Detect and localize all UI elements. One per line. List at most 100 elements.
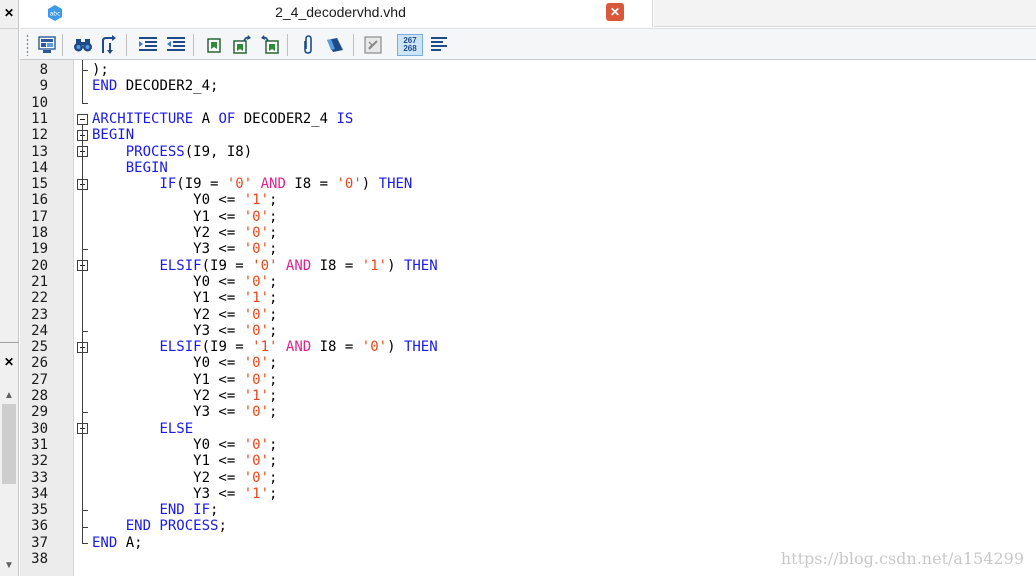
line-number: 27 xyxy=(31,371,48,388)
code-line[interactable]: END PROCESS; xyxy=(92,518,227,534)
find-button[interactable] xyxy=(72,34,94,56)
prev-bookmark-button[interactable] xyxy=(259,34,281,56)
erase-button[interactable] xyxy=(324,34,346,56)
code-token: Y2 <= xyxy=(92,469,244,486)
code-line[interactable]: PROCESS(I9, I8) xyxy=(92,144,252,160)
prev-bookmark-icon xyxy=(261,35,279,54)
code-line[interactable]: ELSE xyxy=(92,421,193,437)
code-line[interactable]: END A; xyxy=(92,535,143,551)
keyword-token: OF xyxy=(218,110,236,127)
toolbar-separator xyxy=(126,34,127,56)
code-token: Y1 <= xyxy=(92,208,244,225)
code-editor[interactable]: 8 9 10 11 12 13 14 15 16 17 18 19 20 21 22 23 24 25 26 27 28… xyxy=(20,60,1036,576)
code-line[interactable]: BEGIN xyxy=(92,160,168,176)
line-number: 8 xyxy=(39,62,48,78)
outdent-button[interactable] xyxy=(165,34,187,56)
code-line[interactable]: Y1 <= '0'; xyxy=(92,209,277,225)
code-line[interactable]: Y3 <= '0'; xyxy=(92,404,277,420)
next-bookmark-button[interactable] xyxy=(231,34,253,56)
code-token: ; xyxy=(269,404,278,421)
code-token: Y2 <= xyxy=(92,388,244,404)
code-line[interactable]: ); xyxy=(92,62,109,78)
code-line[interactable]: IF(I9 = '0' AND I8 = '0') THEN xyxy=(92,176,412,192)
line-number: 18 xyxy=(31,225,48,241)
bookmark-button[interactable] xyxy=(203,34,225,56)
line-number: 35 xyxy=(31,502,48,519)
indent-button[interactable] xyxy=(137,34,159,56)
string-token: '1' xyxy=(252,339,278,356)
tab-document[interactable]: abc 2_4_decodervhd.vhd ✕ xyxy=(28,0,653,27)
code-token: ; xyxy=(269,241,278,258)
wrap-button[interactable] xyxy=(428,34,450,56)
scroll-down-icon[interactable]: ▼ xyxy=(4,560,14,571)
code-line[interactable]: Y3 <= '1'; xyxy=(92,486,277,502)
code-line[interactable]: END IF; xyxy=(92,502,218,518)
print-preview-button[interactable] xyxy=(36,34,58,56)
code-line[interactable]: Y2 <= '0'; xyxy=(92,470,277,486)
code-token: ; xyxy=(269,322,278,339)
code-line[interactable]: Y1 <= '1'; xyxy=(92,290,277,306)
string-token: '0' xyxy=(243,453,270,470)
close-panel-icon[interactable]: ✕ xyxy=(2,355,16,369)
code-token: ; xyxy=(269,371,278,388)
string-token: '0' xyxy=(226,176,253,193)
tab-bar: abc 2_4_decodervhd.vhd ✕ xyxy=(20,0,1036,28)
line-number: 22 xyxy=(31,290,48,307)
scroll-up-icon[interactable]: ▲ xyxy=(4,390,14,401)
attach-button[interactable] xyxy=(297,34,319,56)
replace-icon xyxy=(102,35,116,54)
string-token: '0' xyxy=(243,322,270,339)
fold-end-marker xyxy=(82,542,88,544)
code-line[interactable]: Y2 <= '1'; xyxy=(92,388,277,404)
code-line[interactable]: ELSIF(I9 = '1' AND I8 = '0') THEN xyxy=(92,339,437,356)
code-token: ; xyxy=(269,306,278,323)
replace-button[interactable] xyxy=(98,34,120,56)
toolbar-grip[interactable] xyxy=(26,34,29,56)
fold-toggle-icon[interactable] xyxy=(77,113,88,125)
code-token: Y2 <= xyxy=(92,225,244,241)
code-token: ; xyxy=(269,485,278,502)
line-number: 25 xyxy=(31,339,48,356)
code-token: ; xyxy=(269,469,278,486)
code-token: DECODER2_4; xyxy=(117,78,219,95)
toolbar-separator xyxy=(353,34,354,56)
line-number: 30 xyxy=(31,420,48,437)
line-number: 9 xyxy=(39,78,48,95)
string-token: '1' xyxy=(361,257,388,274)
close-panel-icon[interactable]: ✕ xyxy=(2,6,16,20)
code-line[interactable]: Y0 <= '0'; xyxy=(92,274,277,290)
code-line[interactable]: BEGIN xyxy=(92,127,134,143)
line-number: 23 xyxy=(31,306,48,323)
code-line[interactable]: Y0 <= '1'; xyxy=(92,192,277,208)
line-number: 21 xyxy=(31,273,48,290)
fold-guide xyxy=(82,190,83,250)
code-line[interactable]: Y1 <= '0'; xyxy=(92,453,277,469)
operator-token: AND xyxy=(285,257,312,274)
code-token: Y0 <= xyxy=(92,355,244,372)
line-numbers-button[interactable]: 267 268 xyxy=(397,34,423,56)
code-line[interactable]: ELSIF(I9 = '0' AND I8 = '1') THEN xyxy=(92,257,437,274)
code-token: Y3 <= xyxy=(92,241,244,258)
keyword-token: ELSIF xyxy=(159,257,202,274)
next-bookmark-icon xyxy=(233,35,251,54)
code-area[interactable]: ); END DECODER2_4; ARCHITECTURE A OF DECOD… xyxy=(92,60,1036,576)
code-line[interactable]: END DECODER2_4; xyxy=(92,78,218,94)
scrollbar-thumb[interactable] xyxy=(2,404,16,484)
ignore-button[interactable] xyxy=(362,34,384,56)
code-line[interactable]: Y1 <= '0'; xyxy=(92,372,277,388)
close-tab-icon[interactable]: ✕ xyxy=(606,3,624,21)
indent-icon xyxy=(139,37,157,51)
code-line[interactable]: Y3 <= '0'; xyxy=(92,323,277,339)
fold-guide xyxy=(82,434,83,511)
code-line[interactable]: Y3 <= '0'; xyxy=(92,241,277,257)
code-line[interactable]: Y0 <= '0'; xyxy=(92,355,277,371)
code-line[interactable]: Y2 <= '0'; xyxy=(92,225,277,241)
code-token: ; xyxy=(269,192,278,209)
fold-margin xyxy=(74,60,92,576)
code-line[interactable]: Y0 <= '0'; xyxy=(92,437,277,453)
code-line[interactable]: Y2 <= '0'; xyxy=(92,307,277,323)
fold-end-marker xyxy=(82,102,88,104)
fold-end-marker xyxy=(82,526,88,528)
fold-end-marker xyxy=(82,510,88,512)
code-line[interactable]: ARCHITECTURE A OF DECODER2_4 IS xyxy=(92,111,353,127)
